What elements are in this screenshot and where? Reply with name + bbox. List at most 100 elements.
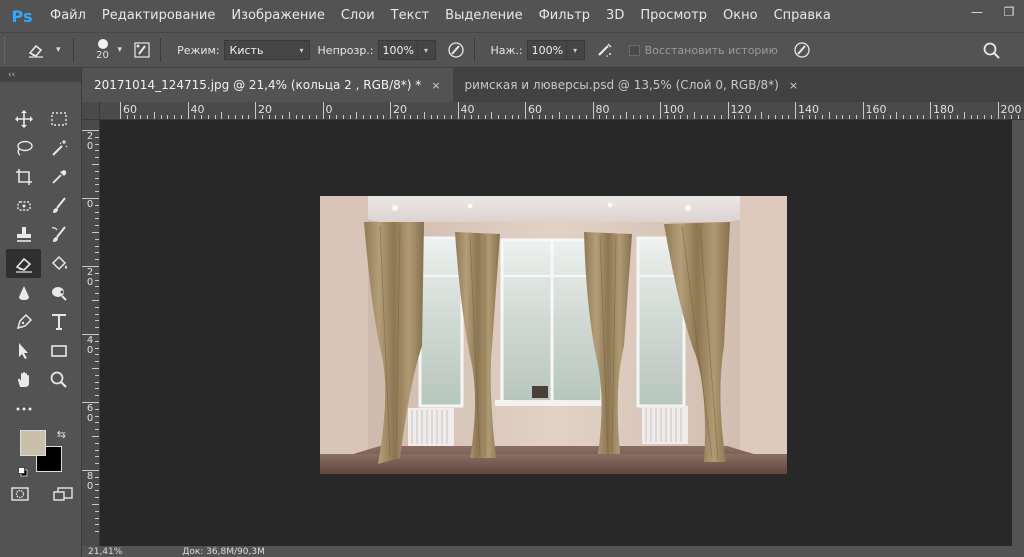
tool-preset-picker[interactable]: ▾ (26, 40, 65, 60)
ruler-minor-tick (666, 115, 668, 119)
flow-input[interactable]: 100% (526, 40, 567, 60)
menu-image[interactable]: Изображение (223, 0, 332, 32)
vertical-ruler[interactable]: 2 0 0 2 0 4 0 6 0 8 0 (82, 120, 100, 557)
marquee-tool[interactable] (41, 104, 76, 133)
ruler-minor-tick (95, 191, 99, 193)
screen-mode-icon[interactable] (52, 486, 74, 505)
pen-tool[interactable] (6, 307, 41, 336)
menu-type[interactable]: Текст (383, 0, 438, 32)
default-colors-icon[interactable] (18, 466, 28, 477)
restore-history-checkbox[interactable] (628, 44, 640, 56)
menu-3d[interactable]: 3D (598, 0, 632, 32)
document-image[interactable] (320, 196, 787, 474)
ruler-minor-tick (95, 184, 99, 186)
ruler-minor-tick (430, 115, 432, 119)
ruler-label: 0 (86, 199, 94, 210)
ruler-minor-tick (606, 115, 607, 119)
brush-tool[interactable] (41, 191, 76, 220)
magic-wand-icon (51, 139, 67, 156)
airbrush-icon[interactable] (595, 40, 615, 60)
options-grip[interactable] (4, 37, 12, 63)
menu-select[interactable]: Выделение (437, 0, 530, 32)
eyedropper-tool[interactable] (41, 162, 76, 191)
search-icon[interactable] (982, 41, 1002, 61)
foreground-color-swatch[interactable] (20, 430, 46, 456)
tools-collapse-button[interactable]: ‹‹ (0, 68, 81, 82)
restore-button[interactable]: ❐ (1000, 4, 1018, 20)
blur-tool[interactable] (6, 278, 41, 307)
ruler-origin[interactable] (82, 102, 100, 120)
ruler-minor-tick (95, 211, 99, 213)
mode-label: Режим: (177, 43, 220, 57)
ruler-minor-tick (95, 340, 99, 342)
ruler-minor-tick (626, 112, 628, 119)
crop-tool[interactable] (6, 162, 41, 191)
paint-bucket-tool[interactable] (41, 249, 76, 278)
horizontal-ruler[interactable]: 60 40 20 0 20 40 60 80 100 120 140 160 180 200 (100, 102, 1024, 120)
ruler-minor-tick (707, 115, 709, 119)
menu-bar: Ps Файл Редактирование Изображение Слои … (0, 0, 1024, 32)
menu-edit[interactable]: Редактирование (94, 0, 223, 32)
chevron-down-icon[interactable]: ▾ (118, 45, 123, 55)
ruler-minor-tick (302, 115, 304, 119)
zoom-readout[interactable]: 21,41% (88, 547, 122, 557)
ruler-minor-tick (1004, 115, 1006, 119)
menu-window[interactable]: Окно (715, 0, 766, 32)
ruler-minor-tick (423, 112, 425, 119)
opacity-input[interactable]: 100% (377, 40, 418, 60)
rectangle-tool[interactable] (41, 336, 76, 365)
pressure-opacity-icon[interactable] (446, 40, 466, 60)
lasso-tool[interactable] (6, 133, 41, 162)
history-brush-tool[interactable] (41, 220, 76, 249)
magic-wand-tool[interactable] (41, 133, 76, 162)
tab-document-1[interactable]: 20171014_124715.jpg @ 21,4% (кольца 2 , … (82, 68, 453, 102)
tab-document-2[interactable]: римская и люверсы.psd @ 13,5% (Слой 0, R… (453, 68, 811, 102)
ruler-minor-tick (599, 115, 601, 119)
close-icon[interactable]: × (431, 79, 440, 92)
dodge-tool[interactable] (41, 278, 76, 307)
vertical-scrollbar[interactable] (1012, 120, 1024, 546)
move-tool[interactable] (6, 104, 41, 133)
swap-colors-icon[interactable]: ⇆ (57, 428, 66, 441)
quick-mask-icon[interactable] (10, 486, 30, 505)
hand-icon (17, 371, 29, 387)
ruler-minor-tick (356, 112, 358, 119)
menu-file[interactable]: Файл (42, 0, 94, 32)
pressure-size-icon[interactable] (792, 40, 812, 60)
ruler-minor-tick (95, 218, 99, 220)
options-bar: ▾ 20 ▾ Режим: Кисть ▾ Непрозр.: 100% ▾ Н… (0, 32, 1024, 68)
hand-tool[interactable] (6, 365, 41, 394)
ruler-minor-tick (484, 115, 486, 119)
brush-panel-icon[interactable] (132, 40, 152, 60)
close-icon[interactable]: × (789, 79, 798, 92)
ellipsis-icon (16, 407, 31, 410)
spot-healing-tool[interactable] (6, 191, 41, 220)
menu-view[interactable]: Просмотр (632, 0, 715, 32)
ruler-minor-tick (633, 115, 634, 119)
ruler-minor-tick (92, 504, 99, 505)
ruler-minor-tick (95, 306, 99, 308)
ruler-minor-tick (774, 115, 776, 119)
eraser-tool[interactable] (6, 249, 41, 278)
flow-slider-toggle[interactable]: ▾ (566, 40, 585, 60)
minimize-button[interactable]: — (968, 4, 986, 20)
ruler-minor-tick (984, 115, 985, 119)
brush-preset-picker[interactable]: 20 (92, 39, 114, 61)
ruler-minor-tick (95, 388, 99, 390)
document-size[interactable]: Док: 36,8M/90,3M (182, 547, 265, 557)
ruler-minor-tick (95, 497, 99, 499)
menu-help[interactable]: Справка (766, 0, 839, 32)
ruler-minor-tick (95, 354, 99, 356)
ruler-minor-tick (417, 115, 418, 119)
path-selection-tool[interactable] (6, 336, 41, 365)
opacity-slider-toggle[interactable]: ▾ (417, 40, 436, 60)
clone-stamp-tool[interactable] (6, 220, 41, 249)
ruler-minor-tick (504, 115, 506, 119)
menu-layer[interactable]: Слои (333, 0, 383, 32)
type-tool[interactable] (41, 307, 76, 336)
mode-dropdown[interactable]: Кисть ▾ (223, 40, 310, 60)
zoom-tool[interactable] (41, 365, 76, 394)
more-tools[interactable] (6, 394, 41, 423)
menu-filter[interactable]: Фильтр (531, 0, 598, 32)
ruler-minor-tick (477, 115, 479, 119)
